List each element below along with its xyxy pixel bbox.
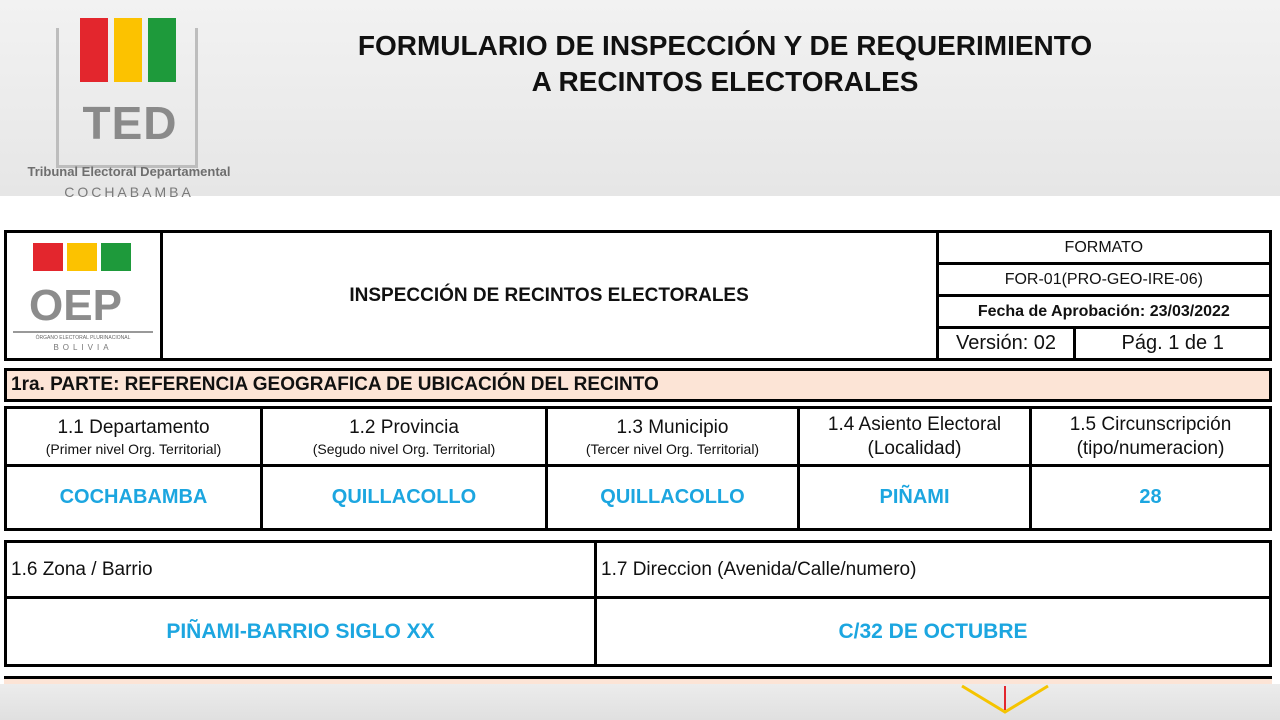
page-number: Pág. 1 de 1 — [1073, 326, 1272, 361]
ted-flag-red — [80, 18, 108, 82]
oep-flag-red — [33, 243, 63, 271]
ted-logo: TED Tribunal Electoral Departamental COC… — [14, 14, 244, 200]
province-label: 1.2 Provincia — [349, 416, 459, 438]
electoral-seat-sublabel: (Localidad) — [867, 437, 962, 459]
street-value: C/32 DE OCTUBRE — [594, 596, 1272, 667]
page-title: FORMULARIO DE INSPECCIÓN Y DE REQUERIMIE… — [260, 28, 1190, 100]
oep-flag-green — [101, 243, 131, 271]
document-title: INSPECCIÓN DE RECINTOS ELECTORALES — [159, 230, 939, 361]
page-title-line2: A RECINTOS ELECTORALES — [531, 66, 919, 97]
ted-flag-green — [148, 18, 176, 82]
ted-logo-city: COCHABAMBA — [64, 184, 194, 200]
department-sublabel: (Primer nivel Org. Territorial) — [45, 440, 222, 457]
department-value: COCHABAMBA — [4, 464, 263, 531]
ted-logo-word: TED — [82, 97, 178, 149]
oep-logo: OEP ÓRGANO ELECTORAL PLURINACIONAL BOLIV… — [4, 230, 163, 361]
ted-logo-caption: Tribunal Electoral Departamental — [27, 164, 231, 179]
electoral-seat-value: PIÑAMI — [797, 464, 1032, 531]
page-title-line1: FORMULARIO DE INSPECCIÓN Y DE REQUERIMIE… — [357, 30, 1093, 61]
municipality-value: QUILLACOLLO — [545, 464, 800, 531]
municipality-label: 1.3 Municipio — [616, 416, 729, 438]
address-table: 1.6 Zona / Barrio 1.7 Direccion (Avenida… — [4, 540, 1272, 667]
constituency-header: 1.5 Circunscripción (tipo/numeracion) — [1029, 406, 1272, 467]
province-header: 1.2 Provincia (Segudo nivel Org. Territo… — [260, 406, 548, 467]
zone-value: PIÑAMI-BARRIO SIGLO XX — [4, 596, 597, 667]
oep-flag-yellow — [67, 243, 97, 271]
oep-logo-word: OEP — [29, 281, 122, 330]
constituency-value: 28 — [1029, 464, 1272, 531]
street-label: 1.7 Direccion (Avenida/Calle/numero) — [594, 540, 1272, 599]
province-sublabel: (Segudo nivel Org. Territorial) — [312, 440, 496, 457]
zone-label: 1.6 Zona / Barrio — [4, 540, 597, 599]
geo-reference-table: 1.1 Departamento (Primer nivel Org. Terr… — [4, 406, 1272, 531]
approval-date: Fecha de Aprobación: 23/03/2022 — [935, 294, 1273, 329]
oep-logo-subtitle: ÓRGANO ELECTORAL PLURINACIONAL — [35, 335, 131, 341]
department-label: 1.1 Departamento — [57, 416, 210, 438]
section-title: 1ra. PARTE: REFERENCIA GEOGRAFICA DE UBI… — [4, 368, 1272, 402]
oep-logo-divider — [13, 331, 153, 333]
province-value: QUILLACOLLO — [260, 464, 548, 531]
municipality-sublabel: (Tercer nivel Org. Territorial) — [585, 440, 760, 457]
version-label: Versión: 02 — [935, 326, 1077, 361]
form-header-table: OEP ÓRGANO ELECTORAL PLURINACIONAL BOLIV… — [4, 230, 1273, 361]
footer-decoration-icon — [961, 684, 1049, 714]
municipality-header: 1.3 Municipio (Tercer nivel Org. Territo… — [545, 406, 800, 467]
electoral-seat-label: 1.4 Asiento Electoral — [827, 413, 1002, 435]
formato-label: FORMATO — [935, 230, 1273, 265]
ted-flag-yellow — [114, 18, 142, 82]
footer-band — [0, 684, 1280, 720]
format-code: FOR-01(PRO-GEO-IRE-06) — [935, 262, 1273, 297]
constituency-label: 1.5 Circunscripción — [1069, 413, 1232, 435]
department-header: 1.1 Departamento (Primer nivel Org. Terr… — [4, 406, 263, 467]
oep-logo-country: BOLIVIA — [53, 343, 113, 352]
electoral-seat-header: 1.4 Asiento Electoral (Localidad) — [797, 406, 1032, 467]
constituency-sublabel: (tipo/numeracion) — [1076, 437, 1225, 459]
